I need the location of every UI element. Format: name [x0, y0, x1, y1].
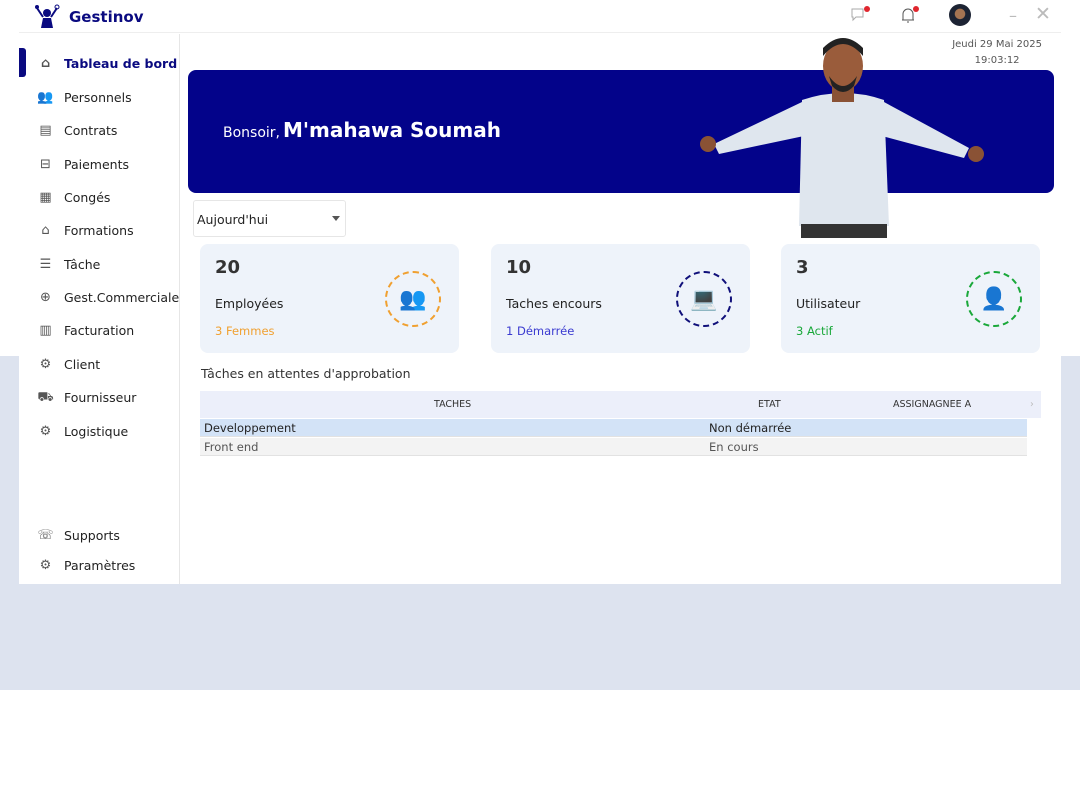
nav-label: Fournisseur	[64, 389, 137, 405]
sidebar-item-fournisseur[interactable]: ⛟ Fournisseur	[37, 385, 136, 409]
calendar-icon: ▦	[39, 189, 52, 205]
sidebar-item-conges[interactable]: ▦ Congés	[37, 185, 110, 209]
app-name: Gestinov	[69, 8, 144, 26]
card-sub: 3 Femmes	[215, 324, 275, 338]
sidebar-item-contrats[interactable]: ▤ Contrats	[37, 118, 117, 142]
sidebar-item-paiements[interactable]: ⊟ Paiements	[37, 152, 129, 176]
period-dropdown[interactable]: Aujourd'hui	[193, 200, 346, 237]
supplier-icon: ⛟	[37, 389, 54, 405]
graduation-icon: ⌂	[41, 222, 50, 238]
notification-bell-icon[interactable]	[899, 6, 919, 26]
table-row[interactable]: Front end En cours	[200, 438, 1027, 456]
nav-label: Personnels	[64, 89, 132, 105]
user-name: M'mahawa Soumah	[283, 118, 501, 142]
period-selected: Aujourd'hui	[197, 212, 269, 227]
active-indicator	[19, 48, 26, 77]
card-value: 10	[506, 257, 532, 278]
nav-label: Client	[64, 356, 101, 372]
nav-label: Logistique	[64, 423, 129, 439]
chevron-right-icon[interactable]: ›	[1030, 399, 1034, 410]
nav-label: Paramètres	[64, 557, 136, 573]
table-header: TACHES ETAT ASSIGNAGNEE A ›	[200, 391, 1041, 418]
welcome-person-illustration	[700, 38, 984, 238]
settings-icon: ⚙	[39, 557, 52, 573]
messages-icon[interactable]	[850, 6, 870, 26]
client-icon: ⚙	[39, 356, 52, 372]
task-icon: ☰	[39, 256, 52, 272]
card-label: Taches encours	[506, 296, 602, 311]
sidebar-item-client[interactable]: ⚙ Client	[37, 352, 101, 376]
user-laptop-icon: 👤	[966, 271, 1022, 327]
payment-icon: ⊟	[40, 156, 51, 172]
logistics-icon: ⚙	[39, 423, 52, 439]
card-tasks[interactable]: 10 Taches encours 1 Démarrée 💻	[491, 244, 750, 353]
state-cell: En cours	[709, 440, 759, 454]
nav-label: Paiements	[64, 156, 130, 172]
table-row[interactable]: Developpement Non démarrée	[200, 419, 1027, 437]
sidebar-item-supports[interactable]: ☏ Supports	[37, 523, 120, 547]
card-sub: 3 Actif	[796, 324, 833, 338]
nav-label: Tableau de bord	[64, 55, 178, 71]
column-header[interactable]: TACHES	[434, 399, 471, 410]
sidebar-item-formations[interactable]: ⌂ Formations	[37, 218, 134, 242]
greeting-text: Bonsoir,	[223, 125, 280, 141]
state-cell: Non démarrée	[709, 421, 792, 435]
logo-icon	[35, 4, 60, 28]
card-value: 3	[796, 257, 809, 278]
task-cell: Developpement	[204, 421, 296, 435]
card-value: 20	[215, 257, 241, 278]
nav-label: Formations	[64, 222, 134, 238]
task-cell: Front end	[204, 440, 259, 454]
user-avatar[interactable]	[949, 4, 971, 26]
sidebar-item-tache[interactable]: ☰ Tâche	[37, 252, 101, 276]
nav-label: Gest.Commerciale	[64, 289, 180, 305]
sidebar: ⌂ Tableau de bord 👥 Personnels ▤ Contrats ⊟…	[19, 34, 180, 584]
nav-label: Contrats	[64, 122, 118, 138]
minimize-button[interactable]: –	[1009, 6, 1017, 25]
support-icon: ☏	[37, 527, 54, 543]
sidebar-item-parametres[interactable]: ⚙ Paramètres	[37, 553, 136, 577]
column-header[interactable]: ASSIGNAGNEE A	[893, 399, 971, 410]
card-label: Utilisateur	[796, 296, 861, 311]
chevron-down-icon	[332, 216, 340, 225]
nav-label: Congés	[64, 189, 111, 205]
column-header[interactable]: ETAT	[758, 399, 781, 410]
table-title: Tâches en attentes d'approbation	[201, 366, 411, 381]
sidebar-item-facturation[interactable]: ▥ Facturation	[37, 318, 134, 342]
sidebar-item-logistique[interactable]: ⚙ Logistique	[37, 419, 129, 443]
close-button[interactable]: ✕	[1035, 3, 1051, 25]
card-sub: 1 Démarrée	[506, 324, 575, 338]
task-worker-icon: 💻	[676, 271, 732, 327]
nav-label: Facturation	[64, 322, 135, 338]
card-users[interactable]: 3 Utilisateur 3 Actif 👤	[781, 244, 1040, 353]
employees-icon: 👥	[385, 271, 441, 327]
nav-label: Supports	[64, 527, 120, 543]
home-icon: ⌂	[40, 55, 51, 71]
top-bar: Gestinov – ✕	[19, 0, 1061, 33]
nav-label: Tâche	[64, 256, 101, 272]
sidebar-item-personnels[interactable]: 👥 Personnels	[37, 85, 132, 109]
app-window: Gestinov – ✕ ⌂ Tableau de bord 👥 Personnel…	[19, 0, 1061, 584]
sidebar-item-gest-commerciale[interactable]: ⊕ Gest.Commerciale	[37, 285, 179, 309]
contract-icon: ▤	[39, 122, 52, 138]
sidebar-item-tableau-de-bord[interactable]: ⌂ Tableau de bord	[37, 51, 177, 75]
greeting: Bonsoir, M'mahawa Soumah	[223, 118, 501, 142]
invoice-icon: ▥	[39, 322, 52, 338]
card-label: Employées	[215, 296, 284, 311]
commerce-icon: ⊕	[40, 289, 51, 305]
staff-icon: 👥	[37, 89, 54, 105]
card-employees[interactable]: 20 Employées 3 Femmes 👥	[200, 244, 459, 353]
